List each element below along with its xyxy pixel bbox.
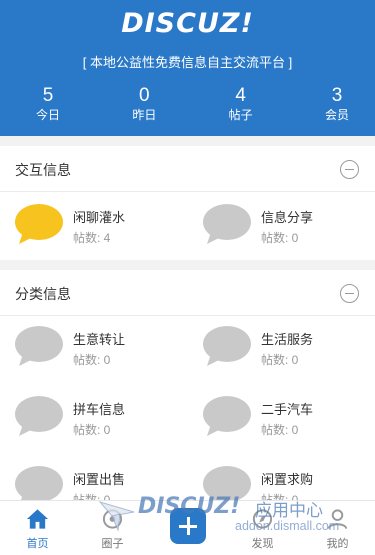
forum-post-count: 帖数: 0 xyxy=(73,353,111,367)
forum-name: 闲置求购 xyxy=(261,472,314,487)
tab-discover[interactable]: 发现 xyxy=(225,501,300,555)
forum-name: 二手汽车 xyxy=(261,402,314,417)
forum-post-count: 帖数: 0 xyxy=(261,231,299,245)
stat-value: 5 xyxy=(42,85,54,106)
tab-circle[interactable]: 圈子 xyxy=(75,501,150,555)
stat-posts: 4 帖子 xyxy=(215,86,267,123)
home-icon xyxy=(26,509,49,529)
forum-name: 信息分享 xyxy=(261,210,314,225)
forum-post-count: 帖数: 4 xyxy=(73,231,111,245)
tab-label: 圈子 xyxy=(101,538,124,550)
stat-value: 0 xyxy=(139,85,150,106)
forum-post-count: 帖数: 0 xyxy=(261,353,299,367)
site-tagline: [ 本地公益性免费信息自主交流平台 ] xyxy=(82,55,293,70)
forum-section-interactive: 交互信息 闲聊灌水 帖数: 4 信息分享 帖数: 0 xyxy=(0,146,375,260)
tab-label: 我的 xyxy=(326,538,349,550)
chat-bubble-icon xyxy=(203,204,251,244)
forum-item[interactable]: 生意转让 帖数: 0 xyxy=(15,324,185,374)
stat-members: 3 会员 xyxy=(311,86,363,123)
section-title: 交互信息 xyxy=(15,162,71,178)
site-logo[interactable]: DISCUZ! xyxy=(0,8,375,39)
circle-icon xyxy=(102,509,123,529)
section-header: 分类信息 xyxy=(0,270,375,316)
section-title: 分类信息 xyxy=(15,286,71,302)
forum-name: 生活服务 xyxy=(261,332,314,347)
header: DISCUZ! [ 本地公益性免费信息自主交流平台 ] 5 今日 0 昨日 4 … xyxy=(0,0,375,136)
stat-value: 4 xyxy=(235,85,246,106)
section-header: 交互信息 xyxy=(0,146,375,192)
stats-bar: 5 今日 0 昨日 4 帖子 3 会员 xyxy=(0,86,375,123)
tab-label: 发现 xyxy=(251,538,274,550)
forum-name: 拼车信息 xyxy=(73,402,126,417)
forum-item[interactable]: 生活服务 帖数: 0 xyxy=(203,324,373,374)
forum-section-classified: 分类信息 生意转让 帖数: 0 生活服务 帖数: 0 拼车信息 帖数: 0 二手… xyxy=(0,270,375,507)
collapse-icon[interactable] xyxy=(340,284,359,303)
stat-label: 帖子 xyxy=(228,108,253,122)
user-icon xyxy=(327,509,348,529)
stat-value: 3 xyxy=(331,85,343,106)
forum-item[interactable]: 二手汽车 帖数: 0 xyxy=(203,394,373,444)
chat-bubble-icon xyxy=(203,326,251,366)
tab-home[interactable]: 首页 xyxy=(0,501,75,555)
forum-name: 闲聊灌水 xyxy=(73,210,126,225)
forum-post-count: 帖数: 0 xyxy=(261,423,299,437)
stat-label: 今日 xyxy=(35,108,60,122)
stat-label: 昨日 xyxy=(132,108,157,122)
forum-post-count: 帖数: 0 xyxy=(73,423,111,437)
collapse-icon[interactable] xyxy=(340,160,359,179)
chat-bubble-icon xyxy=(15,204,63,244)
tab-label: 首页 xyxy=(26,538,49,550)
discover-icon xyxy=(252,509,273,529)
forum-item[interactable]: 闲聊灌水 帖数: 4 xyxy=(15,202,185,252)
stat-today: 5 今日 xyxy=(22,86,74,123)
forum-item[interactable]: 信息分享 帖数: 0 xyxy=(203,202,373,252)
chat-bubble-icon xyxy=(15,326,63,366)
tab-me[interactable]: 我的 xyxy=(300,501,375,555)
stat-label: 会员 xyxy=(324,108,349,122)
post-button[interactable] xyxy=(170,508,206,544)
forum-name: 生意转让 xyxy=(73,332,126,347)
stat-yesterday: 0 昨日 xyxy=(118,86,170,123)
forum-name: 闲置出售 xyxy=(73,472,126,487)
chat-bubble-icon xyxy=(203,396,251,436)
forum-item[interactable]: 拼车信息 帖数: 0 xyxy=(15,394,185,444)
chat-bubble-icon xyxy=(15,396,63,436)
